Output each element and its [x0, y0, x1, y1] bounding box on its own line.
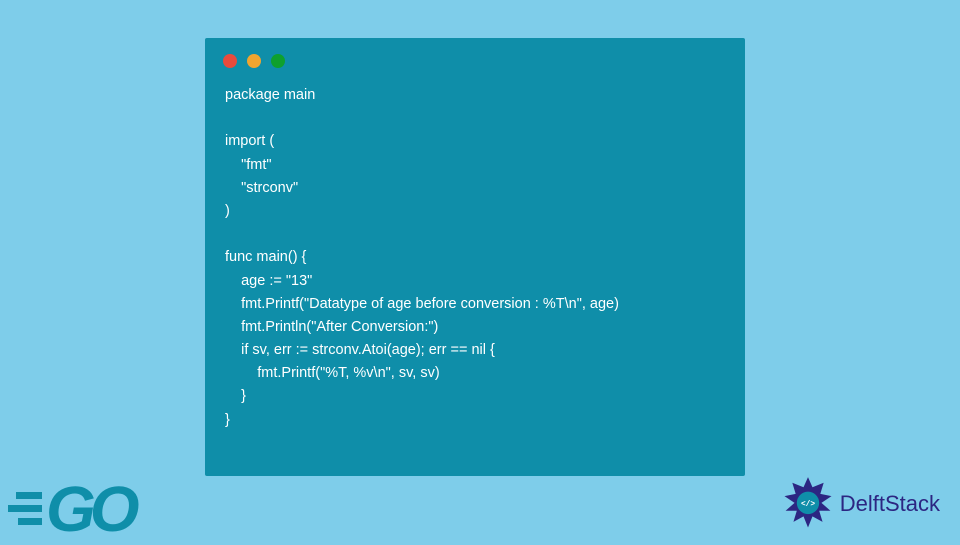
star-badge-icon: </> — [780, 476, 836, 532]
go-logo: GO — [6, 482, 134, 536]
code-symbol: </> — [801, 500, 815, 509]
go-speed-lines-icon — [6, 492, 42, 525]
go-logo-text: GO — [46, 482, 134, 536]
maximize-icon — [271, 54, 285, 68]
delftstack-logo: </> DelftStack — [780, 476, 940, 532]
delftstack-brand-text: DelftStack — [840, 491, 940, 517]
window-controls — [205, 38, 745, 68]
minimize-icon — [247, 54, 261, 68]
code-content: package main import ( "fmt" "strconv" ) … — [205, 68, 745, 448]
code-window: package main import ( "fmt" "strconv" ) … — [205, 38, 745, 476]
close-icon — [223, 54, 237, 68]
